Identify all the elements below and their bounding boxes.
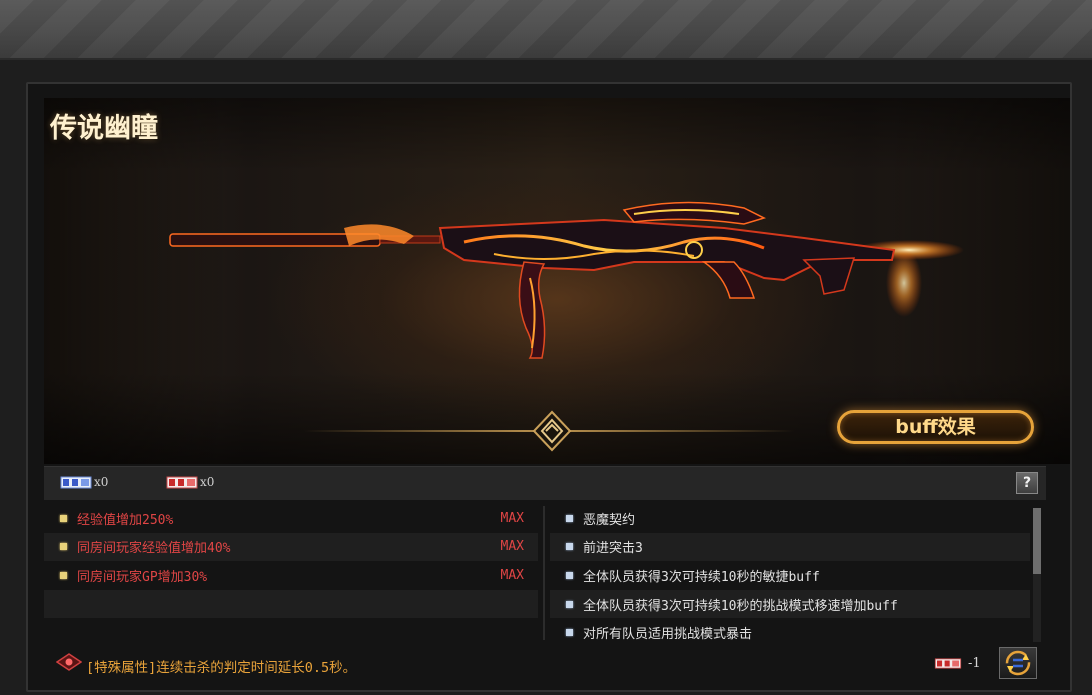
- bullet-icon: [566, 514, 573, 522]
- bonus-level: MAX: [500, 567, 524, 583]
- weapon-title: 传说幽瞳: [50, 113, 158, 144]
- bonus-text: 同房间玩家经验值增加40%: [77, 541, 231, 557]
- slot-bar: x0 x0 ?: [44, 466, 1046, 500]
- red-card-icon: [166, 476, 198, 488]
- special-attribute-icon: [56, 653, 82, 671]
- special-attribute-text: [特殊属性]连续击杀的判定时间延长0.5秒。: [86, 660, 357, 676]
- list-item: 同房间玩家经验值增加40% MAX: [44, 532, 538, 562]
- list-item-empty: [44, 589, 538, 619]
- skill-text: 前进突击3: [583, 541, 643, 557]
- footer: [特殊属性]连续击杀的判定时间延长0.5秒。 -1: [44, 644, 1046, 684]
- column-divider: [543, 506, 545, 640]
- weapon-image: [169, 201, 964, 359]
- help-button[interactable]: ?: [1016, 472, 1038, 494]
- weapon-showcase: 传说幽瞳 buff效果: [44, 98, 1070, 464]
- buff-effect-button[interactable]: buff效果: [837, 410, 1034, 444]
- cost-text: -1: [968, 656, 981, 671]
- skill-text: 恶魔契约: [583, 512, 636, 528]
- skill-text: 全体队员获得3次可持续10秒的敏捷buff: [583, 569, 820, 585]
- slot-blue: x0: [60, 474, 108, 490]
- bonus-text: 同房间玩家GP增加30%: [77, 569, 208, 585]
- cost: -1: [932, 656, 981, 671]
- list-item: 恶魔契约: [550, 504, 1030, 533]
- slot-blue-count: x0: [94, 475, 109, 489]
- list-item: 前进突击3: [550, 532, 1030, 562]
- bonus-text: 经验值增加250%: [77, 512, 174, 528]
- scrollbar-thumb[interactable]: [1033, 508, 1041, 574]
- slot-red-count: x0: [200, 475, 215, 489]
- red-card-icon: [934, 658, 962, 669]
- attribute-panel: 经验值增加250% MAX 同房间玩家经验值增加40% MAX 同房间玩家GP增…: [44, 504, 1046, 644]
- bullet-icon: [566, 629, 573, 637]
- bullet-icon: [566, 543, 573, 551]
- blue-card-icon: [60, 476, 92, 488]
- bonus-level: MAX: [500, 510, 524, 526]
- bullet-icon: [566, 600, 573, 608]
- emblem-icon: [532, 410, 572, 452]
- list-item-empty: [44, 618, 538, 647]
- skill-list: 恶魔契约 前进突击3 全体队员获得3次可持续10秒的敏捷buff 全体队员获得3…: [550, 504, 1030, 647]
- scrollbar[interactable]: [1033, 508, 1041, 642]
- top-banner: [0, 0, 1092, 60]
- bullet-icon: [60, 514, 67, 522]
- bullet-icon: [566, 571, 573, 579]
- bullet-icon: [60, 571, 67, 579]
- refresh-button[interactable]: [999, 647, 1037, 679]
- skill-text: 全体队员获得3次可持续10秒的挑战模式移速增加buff: [583, 598, 898, 614]
- skill-text: 对所有队员适用挑战模式暴击: [583, 627, 753, 643]
- list-item: 全体队员获得3次可持续10秒的挑战模式移速增加buff: [550, 589, 1030, 619]
- slot-red: x0: [166, 474, 214, 490]
- list-item: 同房间玩家GP增加30% MAX: [44, 561, 538, 590]
- list-item: 对所有队员适用挑战模式暴击: [550, 618, 1030, 647]
- bonus-list: 经验值增加250% MAX 同房间玩家经验值增加40% MAX 同房间玩家GP增…: [44, 504, 538, 647]
- list-item: 全体队员获得3次可持续10秒的敏捷buff: [550, 561, 1030, 590]
- list-item: 经验值增加250% MAX: [44, 504, 538, 533]
- bonus-level: MAX: [500, 539, 524, 555]
- bullet-icon: [60, 543, 67, 551]
- refresh-icon: [1005, 650, 1031, 676]
